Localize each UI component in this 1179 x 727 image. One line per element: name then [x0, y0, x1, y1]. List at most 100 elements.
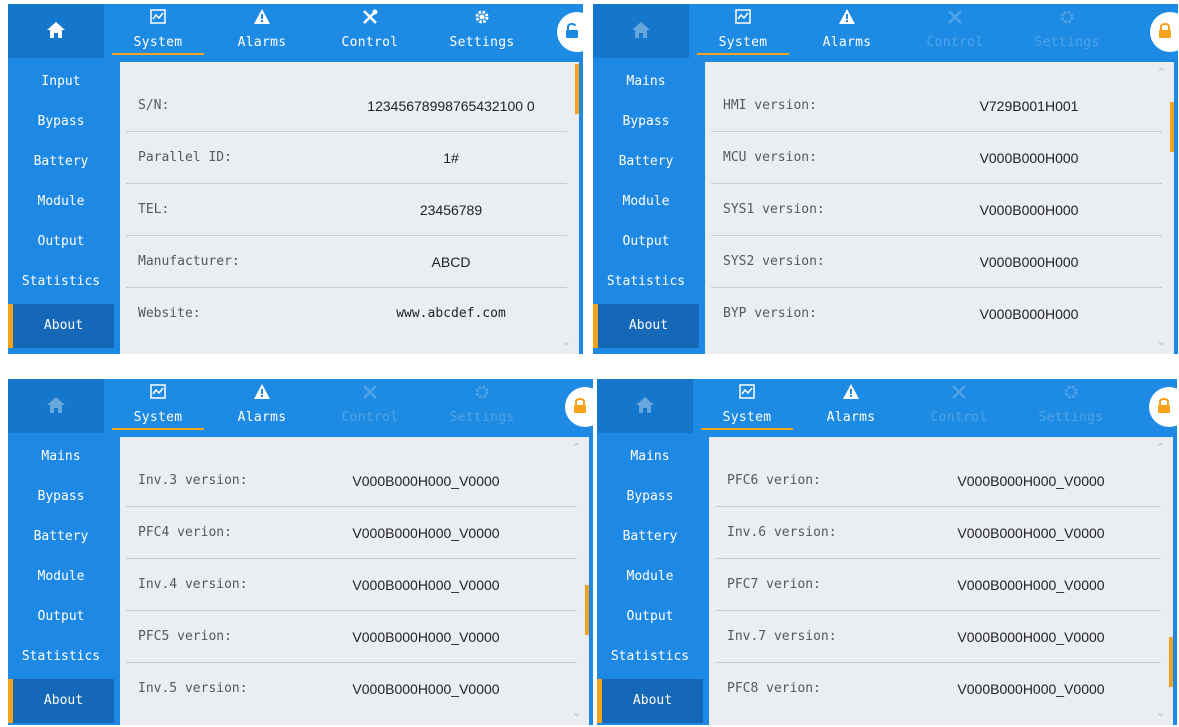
sidebar-item-input[interactable]: Input — [8, 62, 114, 102]
tab-system-label: System — [133, 35, 183, 50]
sidebar-item-bypass[interactable]: Bypass — [597, 477, 703, 517]
sidebar-item-output[interactable]: Output — [597, 597, 703, 637]
sidebar-item-statistics[interactable]: Statistics — [597, 637, 703, 677]
info-value: www.abcdef.com — [396, 306, 506, 321]
control-tools-icon — [952, 385, 966, 399]
sidebar-item-bypass[interactable]: Bypass — [8, 477, 114, 517]
home-icon — [632, 22, 650, 38]
sidebar-item-about[interactable]: About — [593, 304, 699, 348]
sidebar-item-about[interactable]: About — [597, 679, 703, 723]
scrollbar-thumb[interactable] — [575, 64, 579, 114]
tab-alarms[interactable]: Alarms — [210, 4, 314, 58]
sidebar-item-battery[interactable]: Battery — [597, 517, 703, 557]
sidebar-item-module[interactable]: Module — [8, 557, 114, 597]
scroll-down-icon[interactable]: ⌄ — [562, 335, 571, 348]
sidebar-item-statistics[interactable]: Statistics — [8, 637, 114, 677]
info-label: HMI version: — [723, 98, 817, 113]
scroll-up-icon[interactable]: ⌃ — [572, 441, 581, 454]
about-info-list: S/N: 12345678998765432100 0 Parallel ID: 1… — [120, 62, 579, 354]
info-row: SYS1 version: V000B000H000 — [711, 184, 1162, 236]
tab-system[interactable]: System — [691, 4, 795, 58]
scrollbar-thumb[interactable] — [1169, 637, 1173, 687]
home-button[interactable] — [8, 4, 104, 58]
tab-settings-label: Settings — [449, 35, 515, 50]
scroll-up-icon[interactable]: ⌃ — [1156, 441, 1165, 454]
info-label: Inv.6 version: — [727, 525, 837, 540]
scroll-up-icon[interactable]: ⌃ — [1157, 66, 1166, 79]
tab-settings[interactable]: Settings — [430, 4, 534, 58]
sidebar-item-mains[interactable]: Mains — [597, 437, 703, 477]
info-value: V729B001H001 — [979, 98, 1079, 114]
sidebar-menu: Mains Bypass Battery Module Output Stati… — [597, 433, 707, 725]
lock-icon — [1158, 398, 1170, 413]
sidebar-item-about[interactable]: About — [8, 679, 114, 723]
info-row: PFC4 verion: V000B000H000_V0000 — [126, 507, 577, 559]
tab-alarms[interactable]: Alarms — [795, 4, 899, 58]
info-row: Website: www.abcdef.com — [126, 288, 567, 340]
info-label: PFC4 verion: — [138, 525, 232, 540]
gear-icon — [475, 385, 489, 399]
tab-control-label: Control — [930, 410, 988, 425]
sidebar-item-bypass[interactable]: Bypass — [8, 102, 114, 142]
sidebar-item-output[interactable]: Output — [8, 597, 114, 637]
hmi-screen-3: System Alarms Control Settings Mains Byp… — [8, 379, 593, 725]
control-tools-icon — [948, 10, 962, 24]
tab-system[interactable]: System — [106, 4, 210, 58]
info-value: V000B000H000_V0000 — [352, 473, 500, 489]
sidebar-item-module[interactable]: Module — [597, 557, 703, 597]
scroll-down-icon[interactable]: ⌄ — [1157, 335, 1166, 348]
info-label: MCU version: — [723, 150, 817, 165]
info-label: PFC7 verion: — [727, 577, 821, 592]
info-value: V000B000H000_V0000 — [352, 577, 500, 593]
tab-control[interactable]: Control — [318, 4, 422, 58]
tab-control: Control — [907, 379, 1011, 433]
home-button[interactable] — [593, 4, 689, 58]
sidebar-item-statistics[interactable]: Statistics — [8, 262, 114, 302]
info-label: PFC5 verion: — [138, 629, 232, 644]
lock-button[interactable] — [1149, 387, 1177, 427]
top-nav-bar: System Alarms Control Settings — [597, 379, 1177, 433]
sidebar-item-statistics[interactable]: Statistics — [593, 262, 699, 302]
info-row: TEL: 23456789 — [126, 184, 567, 236]
sidebar-item-mains[interactable]: Mains — [8, 437, 114, 477]
sidebar-item-module[interactable]: Module — [8, 182, 114, 222]
sidebar-item-bypass[interactable]: Bypass — [593, 102, 699, 142]
info-value: V000B000H000_V0000 — [957, 577, 1105, 593]
tab-settings: Settings — [430, 379, 534, 433]
info-value: V000B000H000_V0000 — [957, 525, 1105, 541]
lock-button[interactable] — [1150, 12, 1178, 52]
tab-system[interactable]: System — [695, 379, 799, 433]
scroll-down-icon[interactable]: ⌄ — [572, 706, 581, 719]
lock-button[interactable] — [557, 12, 583, 52]
home-button[interactable] — [8, 379, 104, 433]
about-info-list: ⌃ PFC6 verion: V000B000H000_V0000 Inv.6 v… — [709, 437, 1173, 725]
sidebar-item-battery[interactable]: Battery — [8, 517, 114, 557]
top-nav-bar: System Alarms Control Settings — [8, 4, 583, 58]
tab-system[interactable]: System — [106, 379, 210, 433]
home-icon — [636, 397, 654, 413]
info-row: Inv.7 version: V000B000H000_V0000 — [715, 611, 1161, 663]
scrollbar-thumb[interactable] — [585, 585, 589, 635]
lock-button[interactable] — [565, 387, 593, 427]
info-row: HMI version: V729B001H001 — [711, 80, 1162, 132]
tab-control-label: Control — [341, 410, 399, 425]
sidebar-item-module[interactable]: Module — [593, 182, 699, 222]
sidebar-menu: Mains Bypass Battery Module Output Stati… — [593, 58, 703, 354]
tab-settings: Settings — [1019, 379, 1123, 433]
sidebar-item-output[interactable]: Output — [8, 222, 114, 262]
scrollbar-thumb[interactable] — [1170, 102, 1174, 152]
sidebar-item-about[interactable]: About — [8, 304, 114, 348]
tab-alarms[interactable]: Alarms — [210, 379, 314, 433]
info-label: PFC6 verion: — [727, 473, 821, 488]
tab-alarms[interactable]: Alarms — [799, 379, 903, 433]
system-chart-icon — [150, 9, 166, 24]
sidebar-item-output[interactable]: Output — [593, 222, 699, 262]
sidebar-item-mains[interactable]: Mains — [593, 62, 699, 102]
sidebar-item-battery[interactable]: Battery — [593, 142, 699, 182]
scroll-down-icon[interactable]: ⌄ — [1156, 706, 1165, 719]
gear-icon — [1060, 10, 1074, 24]
info-value: V000B000H000 — [979, 254, 1079, 270]
info-label: SYS1 version: — [723, 202, 825, 217]
sidebar-item-battery[interactable]: Battery — [8, 142, 114, 182]
home-button[interactable] — [597, 379, 693, 433]
